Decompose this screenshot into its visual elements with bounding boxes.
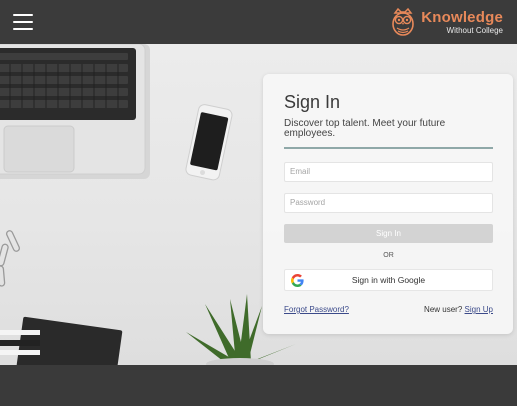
- email-field[interactable]: Email: [284, 162, 493, 182]
- hamburger-icon[interactable]: [13, 14, 33, 30]
- top-bar: Knowledge Without College: [0, 0, 517, 44]
- new-user-label: New user?: [424, 305, 463, 314]
- owl-icon: [392, 7, 414, 36]
- password-field[interactable]: Password: [284, 193, 493, 213]
- logo-subtitle: Without College: [446, 25, 503, 35]
- signin-button[interactable]: Sign In: [284, 224, 493, 243]
- google-signin-button[interactable]: Sign in with Google: [284, 269, 493, 291]
- hero-background: Sign In Discover top talent. Meet your f…: [0, 44, 517, 365]
- footer: [0, 365, 517, 406]
- logo[interactable]: Knowledge Without College: [391, 7, 503, 37]
- or-separator: OR: [383, 252, 394, 259]
- signin-card: Sign In Discover top talent. Meet your f…: [263, 74, 513, 334]
- signin-description: Discover top talent. Meet your future em…: [284, 118, 446, 139]
- signup-link[interactable]: Sign Up: [465, 305, 493, 314]
- signin-title: Sign In: [284, 92, 341, 112]
- divider: [284, 147, 493, 149]
- logo-title: Knowledge: [421, 8, 503, 26]
- forgot-password-link[interactable]: Forgot Password?: [284, 305, 349, 314]
- google-signin-label: Sign in with Google: [351, 275, 426, 285]
- new-user-text: New user? Sign Up: [424, 305, 493, 314]
